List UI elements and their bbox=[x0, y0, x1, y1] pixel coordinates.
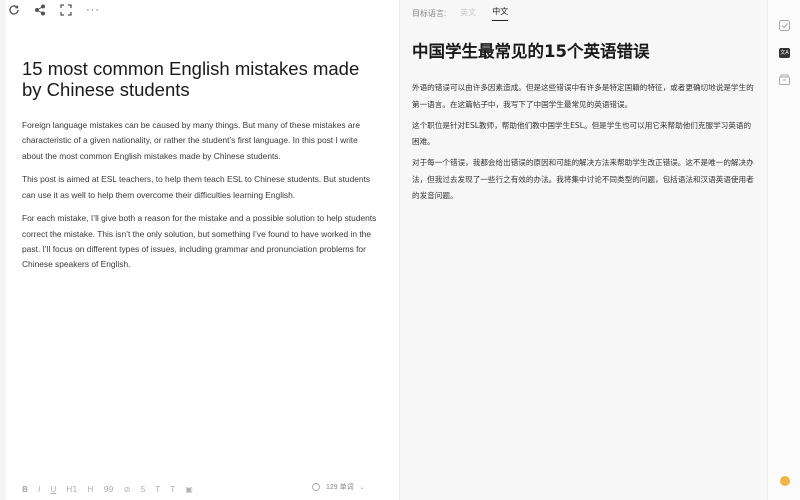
document-paragraph[interactable]: For each mistake, I’ll give both a reaso… bbox=[22, 211, 378, 272]
tab-chinese[interactable]: 中文 bbox=[492, 6, 509, 21]
document-title[interactable]: 15 most common English mistakes made by … bbox=[22, 58, 378, 100]
translation-title: 中国学生最常见的15个英语错误 bbox=[412, 42, 650, 61]
document-paragraph[interactable]: This post is aimed at ESL teachers, to h… bbox=[22, 172, 378, 203]
document-body[interactable]: 15 most common English mistakes made by … bbox=[22, 58, 378, 281]
bold-button[interactable]: B bbox=[22, 485, 28, 494]
language-bar: 目标语言: 英文 中文 bbox=[412, 6, 524, 21]
refresh-icon[interactable] bbox=[8, 4, 20, 16]
word-count-dropdown[interactable]: 129 单词 ⌄ bbox=[312, 482, 365, 492]
word-count: 129 单词 bbox=[326, 484, 354, 491]
editor-toolbar: ··· bbox=[0, 0, 400, 20]
share-icon[interactable] bbox=[34, 4, 46, 16]
clock-icon bbox=[312, 483, 320, 491]
archive-icon[interactable] bbox=[779, 74, 790, 85]
strike-button[interactable]: S bbox=[140, 485, 145, 494]
check-icon[interactable] bbox=[779, 20, 790, 31]
document-paragraph[interactable]: Foreign language mistakes can be caused … bbox=[22, 118, 378, 164]
translation-paragraph: 这个职位是针对ESL教师，帮助他们教中国学生ESL。但是学生也可以用它来帮助他们… bbox=[412, 120, 752, 147]
target-language-label: 目标语言: bbox=[412, 9, 447, 18]
avatar[interactable] bbox=[780, 476, 790, 486]
translate-icon[interactable]: 文A bbox=[779, 47, 790, 58]
chevron-down-icon: ⌄ bbox=[359, 484, 365, 491]
italic-button[interactable]: I bbox=[38, 485, 40, 494]
more-menu-button[interactable]: ··· bbox=[86, 4, 100, 16]
fullscreen-icon[interactable] bbox=[60, 4, 72, 16]
underline-button[interactable]: U bbox=[50, 485, 56, 494]
translation-paragraph: 外语的错误可以由许多因素造成。但是这些错误中有许多是特定国籍的特征，或者更确切地… bbox=[412, 83, 754, 109]
translation-body: 中国学生最常见的15个英语错误 外语的错误可以由许多因素造成。但是这些错误中有许… bbox=[412, 41, 757, 209]
highlight-button[interactable]: T bbox=[170, 485, 175, 494]
tab-english[interactable]: 英文 bbox=[460, 7, 476, 21]
link-button[interactable]: ⊘ bbox=[124, 485, 131, 494]
quote-button[interactable]: 99 bbox=[103, 485, 113, 494]
heading1-button[interactable]: H1 bbox=[66, 485, 77, 494]
insert-image-button[interactable]: ▣ bbox=[185, 485, 193, 494]
format-toolbar: B I U H1 H 99 ⊘ S T T ▣ 129 单词 ⌄ bbox=[22, 482, 392, 496]
translation-paragraph: 对于每一个错误，我都会给出错误的原因和可能的解决方法来帮助学生改正错误。这不是唯… bbox=[412, 158, 754, 200]
heading2-button[interactable]: H bbox=[87, 485, 93, 494]
editor-edge bbox=[0, 0, 6, 500]
side-rail: 文A bbox=[767, 0, 800, 500]
text-color-button[interactable]: T bbox=[155, 485, 160, 494]
editor-pane: ··· 15 most common English mistakes made… bbox=[0, 0, 400, 500]
translation-pane: 目标语言: 英文 中文 中国学生最常见的15个英语错误 外语的错误可以由许多因素… bbox=[400, 0, 767, 500]
